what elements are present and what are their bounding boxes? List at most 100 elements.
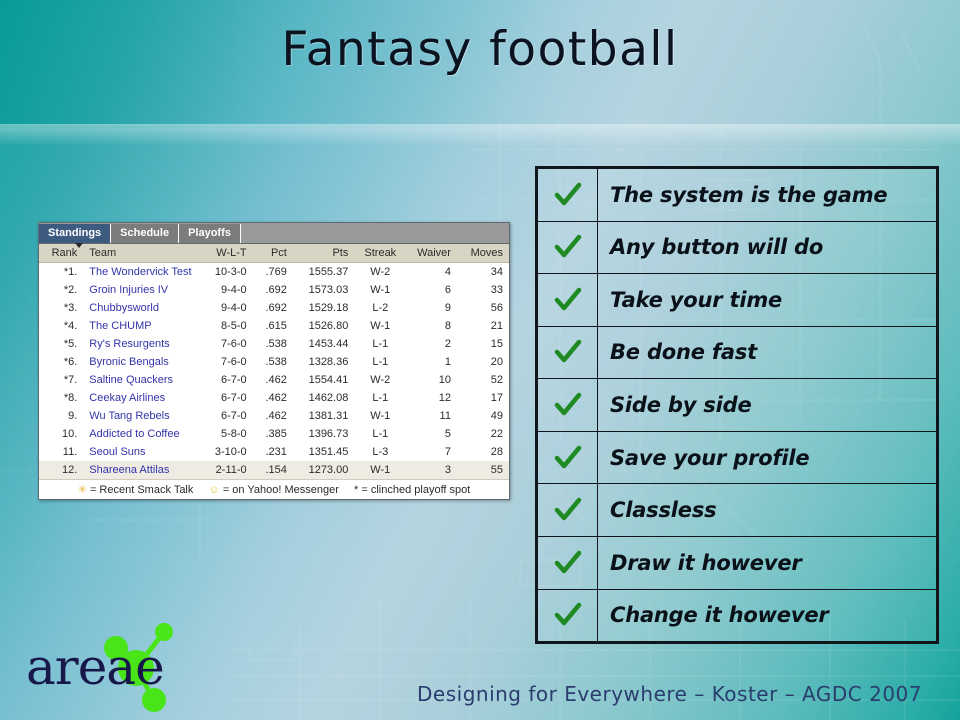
cell-waiver: 2 (444, 338, 451, 350)
checklist-row[interactable]: Side by side (538, 379, 936, 432)
checklist-row[interactable]: Draw it however (538, 536, 936, 590)
team-link[interactable]: Shareena Attilas (89, 464, 169, 476)
cell-wlt: 7-6-0 (220, 338, 247, 350)
team-link[interactable]: Saltine Quackers (89, 374, 173, 386)
team-link[interactable]: The CHUMP (89, 320, 151, 332)
cell-streak: L-2 (372, 302, 389, 314)
table-row[interactable]: *8. Ceekay Airlines 6-7-0 .462 1462.08 L-1 12 1… (39, 389, 509, 407)
cell-wlt: 10-3-0 (214, 266, 247, 278)
checklist-checkbox-cell[interactable] (538, 379, 598, 431)
team-link[interactable]: Chubbysworld (89, 302, 159, 314)
cell-rank: *8. (63, 392, 78, 404)
cell-team[interactable]: Groin Injuries IV (83, 281, 197, 299)
checklist-row[interactable]: Be done fast (538, 326, 936, 380)
column-header-pct[interactable]: Pct (252, 244, 293, 263)
table-row[interactable]: *6. Byronic Bengals 7-6-0 .538 1328.36 L-1 1 20 (39, 353, 509, 371)
team-link[interactable]: Addicted to Coffee (89, 428, 179, 440)
table-row[interactable]: *2. Groin Injuries IV 9-4-0 .692 1573.03 W-1 6… (39, 281, 509, 299)
cell-team[interactable]: Addicted to Coffee (83, 425, 197, 443)
team-link[interactable]: Seoul Suns (89, 446, 145, 458)
table-row[interactable]: *5. Ry's Resurgents 7-6-0 .538 1453.44 L-1 2 15 (39, 335, 509, 353)
team-link[interactable]: Wu Tang Rebels (89, 410, 169, 422)
table-row[interactable]: 10. Addicted to Coffee 5-8-0 .385 1396.73 L-1… (39, 425, 509, 443)
cell-rank: *4. (63, 320, 78, 332)
cell-rank: *7. (63, 374, 78, 386)
column-header-waiver[interactable]: Waiver (406, 244, 457, 263)
cell-wlt: 7-6-0 (220, 356, 247, 368)
cell-wlt: 9-4-0 (220, 284, 247, 296)
cell-waiver: 4 (444, 266, 451, 278)
slide-root: Fantasy football Standings Schedule Play… (0, 0, 960, 720)
cell-pts: 1573.03 (308, 284, 349, 296)
cell-wlt: 2-11-0 (197, 461, 253, 480)
team-link[interactable]: Groin Injuries IV (89, 284, 168, 296)
cell-moves: 56 (490, 302, 503, 314)
checklist-checkbox-cell[interactable] (538, 431, 598, 484)
tab-schedule[interactable]: Schedule (111, 224, 180, 243)
table-row[interactable]: 11. Seoul Suns 3-10-0 .231 1351.45 L-3 7 28 (39, 443, 509, 461)
team-link[interactable]: The Wondervick Test (89, 266, 191, 278)
cell-team[interactable]: Wu Tang Rebels (83, 407, 197, 425)
checklist-row[interactable]: The system is the game (538, 169, 936, 222)
column-header-pts[interactable]: Pts (292, 244, 355, 263)
checklist-checkbox-cell[interactable] (538, 536, 598, 589)
checklist-row[interactable]: Classless (538, 484, 936, 537)
checklist-checkbox-cell[interactable] (538, 326, 598, 379)
team-link[interactable]: Ry's Resurgents (89, 338, 169, 350)
tab-standings[interactable]: Standings (39, 224, 112, 243)
column-header-moves[interactable]: Moves (456, 244, 509, 263)
cell-wlt: 9-4-0 (220, 302, 247, 314)
cell-team[interactable]: Chubbysworld (83, 299, 197, 317)
cell-waiver: 1 (444, 356, 451, 368)
clinched-star-icon: * (354, 484, 359, 496)
checklist-box: The system is the game Any button will do… (535, 166, 939, 644)
column-header-streak[interactable]: Streak (354, 244, 407, 263)
checklist-row[interactable]: Save your profile (538, 431, 936, 485)
checklist-checkbox-cell[interactable] (538, 274, 598, 326)
tab-playoffs[interactable]: Playoffs (179, 224, 241, 243)
cell-team[interactable]: Shareena Attilas (83, 461, 198, 480)
cell-moves: 21 (490, 320, 503, 332)
cell-team[interactable]: Byronic Bengals (83, 353, 197, 371)
cell-team[interactable]: Saltine Quackers (83, 371, 197, 389)
cell-wlt: 6-7-0 (220, 410, 247, 422)
table-row[interactable]: *1. The Wondervick Test 10-3-0 .769 1555.37 W… (39, 263, 509, 282)
cell-team[interactable]: Ceekay Airlines (83, 389, 197, 407)
cell-streak: L-3 (372, 446, 389, 458)
checklist-checkbox-cell[interactable] (538, 589, 598, 642)
cell-pct: .538 (265, 338, 287, 350)
team-link[interactable]: Ceekay Airlines (89, 392, 165, 404)
cell-rank: 9. (68, 410, 78, 422)
table-row[interactable]: *7. Saltine Quackers 6-7-0 .462 1554.41 W-2 10… (39, 371, 509, 389)
cell-team[interactable]: Seoul Suns (83, 443, 197, 461)
table-row[interactable]: *3. Chubbysworld 9-4-0 .692 1529.18 L-2 9 56 (39, 299, 509, 317)
cell-waiver: 8 (444, 320, 451, 332)
checklist-row[interactable]: Change it however (538, 589, 936, 642)
sort-arrow-icon (75, 243, 83, 248)
cell-team[interactable]: The Wondervick Test (83, 263, 197, 282)
checklist-checkbox-cell[interactable] (538, 221, 598, 274)
checklist-item-label: Save your profile (610, 445, 810, 470)
checklist-item-label: Be done fast (610, 340, 757, 365)
team-link[interactable]: Byronic Bengals (89, 356, 169, 368)
cell-team[interactable]: The CHUMP (83, 317, 197, 335)
cell-streak: W-1 (354, 461, 407, 480)
table-row[interactable]: 12. Shareena Attilas 2-11-0.154 1273.00 W-1 3… (39, 461, 509, 480)
checklist-row[interactable]: Take your time (538, 274, 936, 327)
checklist-item-label: Classless (610, 498, 717, 523)
checklist-checkbox-cell[interactable] (538, 169, 598, 221)
column-header-wlt[interactable]: W-L-T (197, 244, 253, 263)
checklist-item-label: Side by side (610, 393, 752, 418)
table-row[interactable]: *4. The CHUMP 8-5-0 .615 1526.80 W-1 8 21 (39, 317, 509, 335)
table-row[interactable]: 9. Wu Tang Rebels 6-7-0 .462 1381.31 W-1 11 49 (39, 407, 509, 425)
checklist-checkbox-cell[interactable] (538, 484, 598, 536)
check-icon (554, 182, 581, 206)
cell-streak: W-2 (370, 266, 391, 278)
check-icon (554, 603, 581, 626)
areae-logo: areae (14, 616, 194, 712)
check-icon (554, 340, 581, 363)
cell-team[interactable]: Ry's Resurgents (83, 335, 197, 353)
checklist-row[interactable]: Any button will do (538, 221, 936, 275)
column-header-team[interactable]: Team (83, 244, 198, 263)
cell-rank: 11. (62, 446, 78, 458)
